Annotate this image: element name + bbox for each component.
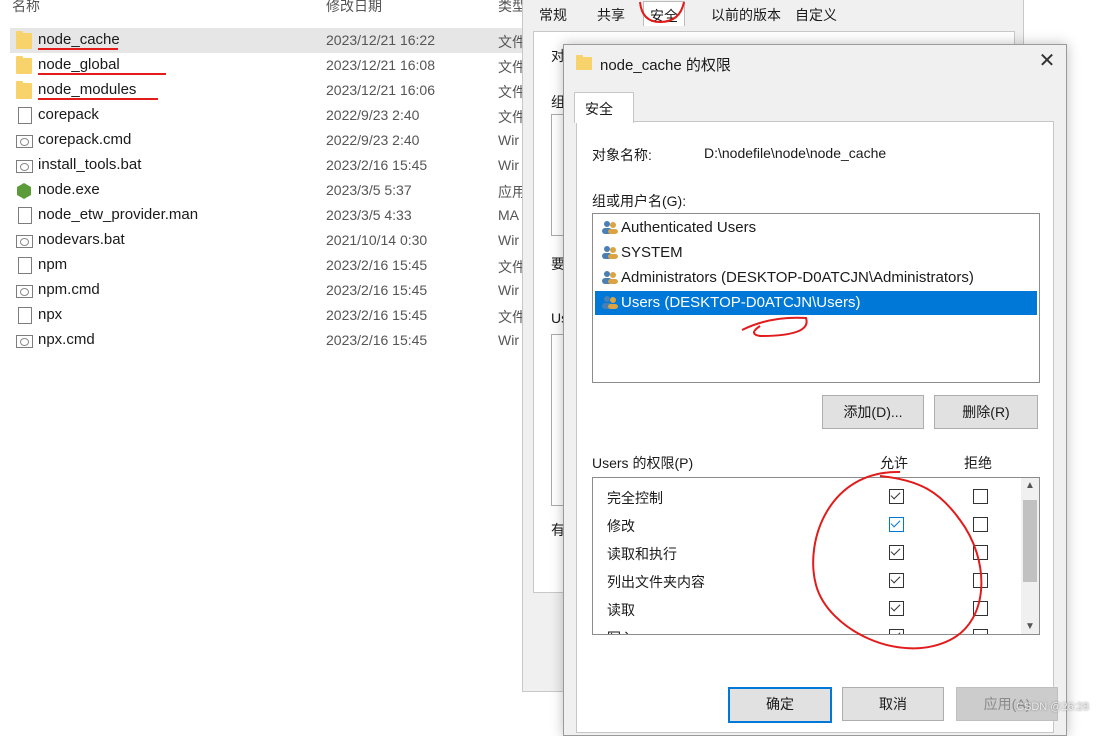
annotation-tab-circle [639, 1, 685, 24]
annotation-user-squiggle [741, 316, 808, 338]
tab-security[interactable]: 安全 [574, 92, 634, 123]
watermark: CSDN @26:28 [1016, 701, 1089, 713]
annotation-permission-circle [812, 470, 983, 650]
annotation-underline [38, 73, 166, 75]
annotation-underline [38, 48, 118, 50]
annotation-underline [38, 98, 158, 100]
annotation-layer [639, 1, 983, 650]
